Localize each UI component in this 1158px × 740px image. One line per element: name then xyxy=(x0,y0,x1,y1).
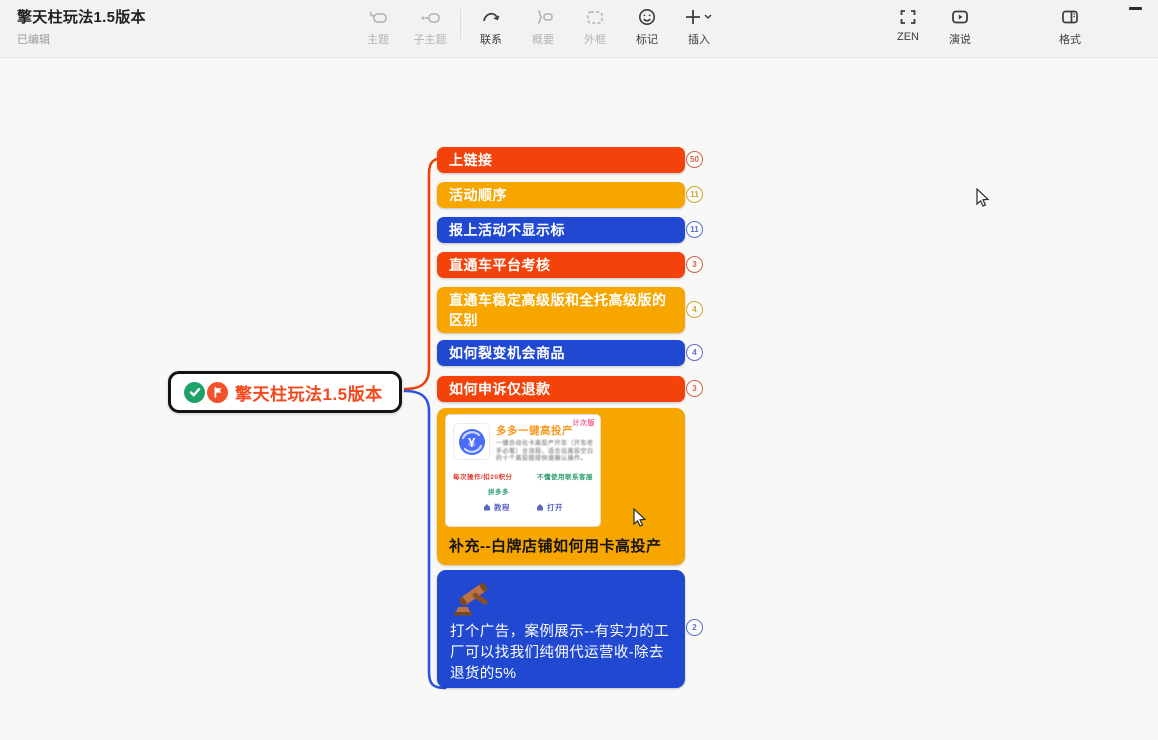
topic-branch[interactable]: 报上活动不显示标 xyxy=(437,217,685,243)
app-tip-note: 不懂使用联系客服 xyxy=(537,471,593,481)
check-icon[interactable] xyxy=(184,382,205,403)
badge-value: 2 xyxy=(692,623,696,632)
root-topic[interactable]: 擎天柱玩法1.5版本 xyxy=(168,371,402,413)
ad-topic-text: 打个广告，案例展示--有实力的工厂可以找我们纯佣代运营收-除去退货的5% xyxy=(450,622,672,685)
badge-value: 4 xyxy=(692,348,696,357)
zen-icon xyxy=(897,5,919,29)
main-toolbar: 主题 子主题 联系 概要 xyxy=(352,5,725,47)
mindmap-canvas[interactable]: 擎天柱玩法1.5版本 上链接 活动顺序 报上活动不显示标 直通车平台考核 直通车… xyxy=(0,58,1158,740)
root-topic-label: 擎天柱玩法1.5版本 xyxy=(235,380,383,405)
child-count-badge[interactable]: 50 xyxy=(686,151,703,168)
toolbar-boundary-button[interactable]: 外框 xyxy=(569,5,621,47)
toolbar-marker-label: 标记 xyxy=(636,31,658,47)
insert-icon xyxy=(684,5,714,29)
toolbar-summary-button[interactable]: 概要 xyxy=(517,5,569,47)
topic-label: 如何裂变机会商品 xyxy=(449,345,565,361)
boundary-icon xyxy=(584,5,606,29)
app-cost-note: 每次操作/扣20积分 xyxy=(453,471,513,481)
topic-branch[interactable]: 上链接 xyxy=(437,147,685,173)
topic-branch[interactable]: 直通车平台考核 xyxy=(437,252,685,278)
toolbar-marker-button[interactable]: 标记 xyxy=(621,5,673,47)
badge-value: 11 xyxy=(690,190,698,199)
child-count-badge[interactable]: 3 xyxy=(686,380,703,397)
app-version-badge: 计次版 xyxy=(573,418,596,428)
embedded-app-screenshot: 计次版 ¥ 多多一键高投产 一键自动化卡高投产开车（开车老手必看）全流程、适合出… xyxy=(445,414,601,527)
subtopic-icon xyxy=(419,5,441,29)
topic-label: 活动顺序 xyxy=(449,187,507,203)
toolbar-summary-label: 概要 xyxy=(532,31,554,47)
child-count-badge[interactable]: 4 xyxy=(686,344,703,361)
presentation-icon xyxy=(949,5,971,29)
topic-branch[interactable]: 直通车稳定高级版和全托高级版的区别 xyxy=(437,287,685,333)
toolbar-subtopic-label: 子主题 xyxy=(414,31,447,47)
badge-value: 11 xyxy=(690,225,698,234)
child-count-badge[interactable]: 3 xyxy=(686,256,703,273)
child-count-badge[interactable]: 11 xyxy=(686,221,703,238)
gavel-icon xyxy=(450,578,496,618)
document-status: 已编辑 xyxy=(17,31,146,47)
app-icon: ¥ xyxy=(453,423,490,460)
toolbar-insert-label: 插入 xyxy=(688,31,710,47)
toolbar-subtopic-button[interactable]: 子主题 xyxy=(404,5,456,47)
app-open-button: 打开 xyxy=(536,502,563,513)
toolbar-zen-button[interactable]: ZEN xyxy=(882,5,934,43)
topic-branch[interactable]: 如何裂变机会商品 xyxy=(437,340,685,366)
child-count-badge[interactable]: 4 xyxy=(686,301,703,318)
toolbar-relationship-label: 联系 xyxy=(480,31,502,47)
topic-label: 上链接 xyxy=(449,152,493,168)
format-toolbar: 格式 xyxy=(1044,5,1096,47)
toolbar-presentation-button[interactable]: 演说 xyxy=(934,5,986,47)
toolbar-zen-label: ZEN xyxy=(897,31,919,43)
toolbar-presentation-label: 演说 xyxy=(949,31,971,47)
app-header: 擎天柱玩法1.5版本 已编辑 主题 子主题 xyxy=(0,0,1158,58)
view-toolbar: ZEN 演说 xyxy=(882,5,986,47)
toolbar-format-button[interactable]: 格式 xyxy=(1044,5,1096,47)
home-icon xyxy=(536,503,544,511)
summary-icon xyxy=(532,5,554,29)
badge-value: 3 xyxy=(692,260,696,269)
topic-supplement[interactable]: 计次版 ¥ 多多一键高投产 一键自动化卡高投产开车（开车老手必看）全流程、适合出… xyxy=(437,408,685,565)
home-icon xyxy=(483,503,491,511)
format-icon xyxy=(1059,5,1081,29)
app-description: 一键自动化卡高投产开车（开车老手必看）全流程、适合出高投空白的十个高投链接快速确… xyxy=(496,441,598,464)
marker-icon xyxy=(636,5,658,29)
app-open-label: 打开 xyxy=(547,502,563,513)
toolbar-divider xyxy=(460,9,461,39)
badge-value: 4 xyxy=(692,305,696,314)
svg-text:¥: ¥ xyxy=(468,435,476,450)
toolbar-insert-button[interactable]: 插入 xyxy=(673,5,725,47)
topic-branch[interactable]: 活动顺序 xyxy=(437,182,685,208)
toolbar-topic-label: 主题 xyxy=(367,31,389,47)
child-count-badge[interactable]: 2 xyxy=(686,619,703,636)
toolbar-relationship-button[interactable]: 联系 xyxy=(465,5,517,47)
topic-label: 如何申诉仅退款 xyxy=(449,381,551,397)
topic-label: 直通车平台考核 xyxy=(449,257,551,273)
toolbar-format-label: 格式 xyxy=(1059,31,1081,47)
child-count-badge[interactable]: 11 xyxy=(686,186,703,203)
toolbar-boundary-label: 外框 xyxy=(584,31,606,47)
document-title-block: 擎天柱玩法1.5版本 已编辑 xyxy=(17,6,146,47)
flag-icon[interactable] xyxy=(207,382,228,403)
topic-icon xyxy=(367,5,389,29)
topic-label: 报上活动不显示标 xyxy=(449,222,565,238)
topic-branch[interactable]: 如何申诉仅退款 xyxy=(437,376,685,402)
toolbar-topic-button[interactable]: 主题 xyxy=(352,5,404,47)
app-platform: 拼多多 xyxy=(488,486,600,496)
badge-value: 3 xyxy=(692,384,696,393)
document-title: 擎天柱玩法1.5版本 xyxy=(17,6,146,27)
app-tutorial-label: 教程 xyxy=(494,502,510,513)
topic-ad[interactable]: 打个广告，案例展示--有实力的工厂可以找我们纯佣代运营收-除去退货的5% xyxy=(437,570,685,688)
badge-value: 50 xyxy=(690,155,699,164)
app-tutorial-button: 教程 xyxy=(483,502,510,513)
topic-label: 直通车稳定高级版和全托高级版的区别 xyxy=(449,292,667,328)
mouse-cursor xyxy=(975,188,991,208)
supplement-caption: 补充--白牌店铺如何用卡高投产 xyxy=(449,535,662,556)
window-dash xyxy=(1129,7,1142,10)
relationship-icon xyxy=(480,5,502,29)
